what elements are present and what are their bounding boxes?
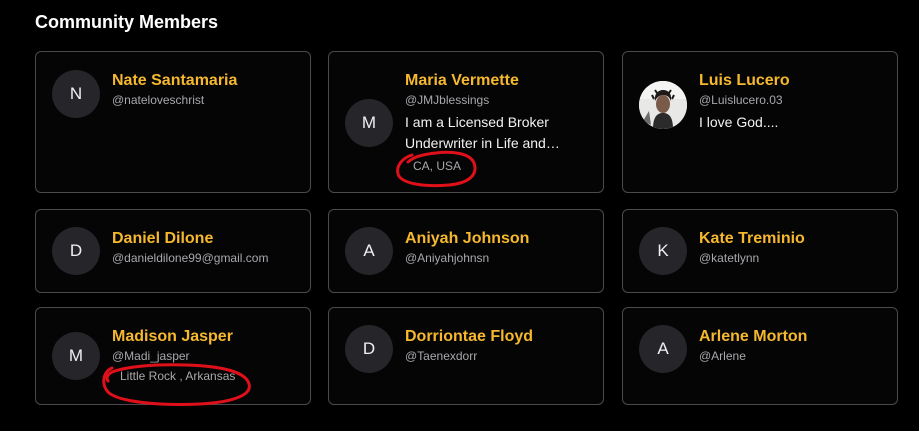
avatar-initial: N <box>69 84 83 103</box>
member-name[interactable]: Luis Lucero <box>699 71 883 91</box>
member-handle: @Madi_jasper <box>112 349 190 363</box>
member-handle: @Luislucero.03 <box>699 93 783 107</box>
profile-photo <box>639 81 687 129</box>
member-name[interactable]: Nate Santamaria <box>112 71 296 91</box>
member-handle: @katetlynn <box>699 251 760 265</box>
avatar: M <box>52 332 100 380</box>
member-name[interactable]: Daniel Dilone <box>112 229 296 249</box>
member-card-maria-vermette[interactable]: M Maria Vermette @JMJblessings I am a Li… <box>328 51 604 193</box>
member-name[interactable]: Dorriontae Floyd <box>405 327 589 347</box>
member-card-aniyah-johnson[interactable]: A Aniyah Johnson @Aniyahjohnsn <box>328 209 604 293</box>
member-handle: @Aniyahjohnsn <box>405 251 490 265</box>
member-location: Little Rock , Arkansas <box>120 369 236 383</box>
member-handle: @JMJblessings <box>405 93 490 107</box>
member-name[interactable]: Maria Vermette <box>405 71 589 91</box>
member-name[interactable]: Arlene Morton <box>699 327 883 347</box>
section-title: Community Members <box>35 12 219 32</box>
avatar: D <box>52 227 100 275</box>
member-card-luis-lucero[interactable]: Luis Lucero @Luislucero.03 I love God...… <box>622 51 898 193</box>
member-card-kate-treminio[interactable]: K Kate Treminio @katetlynn <box>622 209 898 293</box>
avatar: K <box>639 227 687 275</box>
member-handle: @Taenexdorr <box>405 349 478 363</box>
avatar-initial: D <box>362 339 376 358</box>
member-handle: @Arlene <box>699 349 746 363</box>
member-card-nate-santamaria[interactable]: N Nate Santamaria @nateloveschrist <box>35 51 311 193</box>
avatar: D <box>345 325 393 373</box>
member-name[interactable]: Madison Jasper <box>112 327 296 347</box>
community-members-page: Community Members N Nate Santamaria @nat… <box>0 0 919 431</box>
avatar-initial: A <box>363 241 375 260</box>
member-location: CA, USA <box>413 159 462 173</box>
avatar: A <box>639 325 687 373</box>
avatar-initial: D <box>69 241 83 260</box>
member-name[interactable]: Kate Treminio <box>699 229 883 249</box>
member-card-madison-jasper[interactable]: M Madison Jasper @Madi_jasper Little Roc… <box>35 307 311 405</box>
avatar: A <box>345 227 393 275</box>
avatar <box>639 81 687 129</box>
avatar-initial: M <box>361 113 377 132</box>
avatar-initial: M <box>68 346 84 365</box>
member-card-arlene-morton[interactable]: A Arlene Morton @Arlene <box>622 307 898 405</box>
member-card-daniel-dilone[interactable]: D Daniel Dilone @danieldilone99@gmail.co… <box>35 209 311 293</box>
member-handle: @nateloveschrist <box>112 93 205 107</box>
avatar: M <box>345 99 393 147</box>
member-bio: I am a Licensed Broker Underwriter in Li… <box>405 114 549 151</box>
member-card-dorriontae-floyd[interactable]: D Dorriontae Floyd @Taenexdorr <box>328 307 604 405</box>
avatar-initial: A <box>657 339 669 358</box>
avatar-initial: K <box>657 241 669 260</box>
member-handle: @danieldilone99@gmail.com <box>112 251 269 265</box>
avatar: N <box>52 70 100 118</box>
member-name[interactable]: Aniyah Johnson <box>405 229 589 249</box>
member-bio: I love God.... <box>699 114 779 130</box>
